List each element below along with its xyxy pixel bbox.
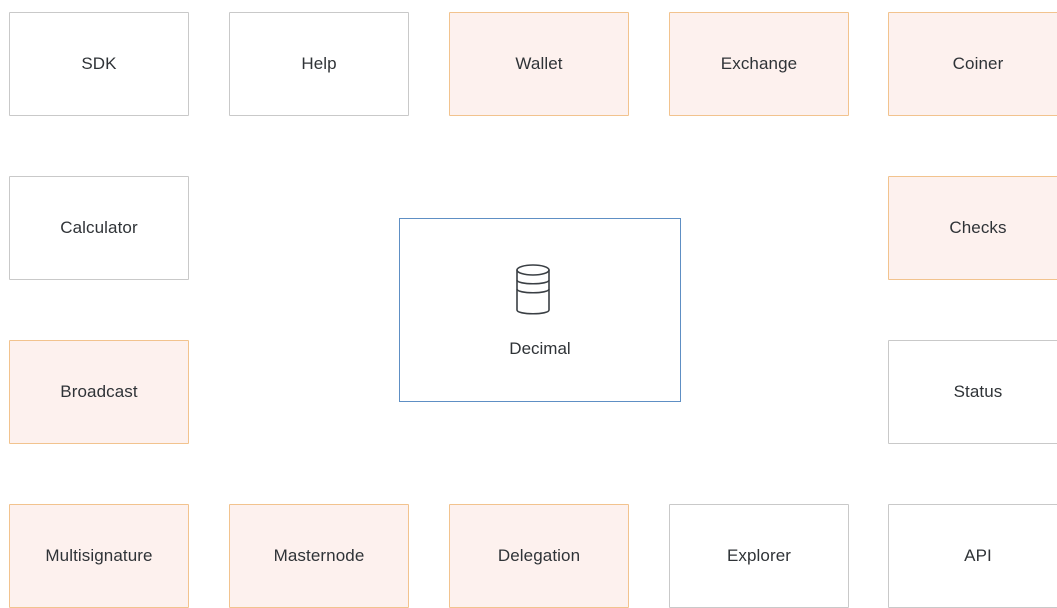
node-calculator[interactable]: Calculator	[9, 176, 189, 280]
node-exchange[interactable]: Exchange	[669, 12, 849, 116]
node-sdk[interactable]: SDK	[9, 12, 189, 116]
node-status[interactable]: Status	[888, 340, 1057, 444]
node-multisignature[interactable]: Multisignature	[9, 504, 189, 608]
node-explorer[interactable]: Explorer	[669, 504, 849, 608]
database-icon	[516, 264, 550, 315]
center-node-label: Decimal	[509, 339, 571, 358]
node-masternode[interactable]: Masternode	[229, 504, 409, 608]
node-wallet[interactable]: Wallet	[449, 12, 629, 116]
center-node-decimal[interactable]: Decimal	[399, 218, 681, 402]
node-delegation[interactable]: Delegation	[449, 504, 629, 608]
node-broadcast[interactable]: Broadcast	[9, 340, 189, 444]
node-help[interactable]: Help	[229, 12, 409, 116]
node-coiner[interactable]: Coiner	[888, 12, 1057, 116]
node-api[interactable]: API	[888, 504, 1057, 608]
node-checks[interactable]: Checks	[888, 176, 1057, 280]
